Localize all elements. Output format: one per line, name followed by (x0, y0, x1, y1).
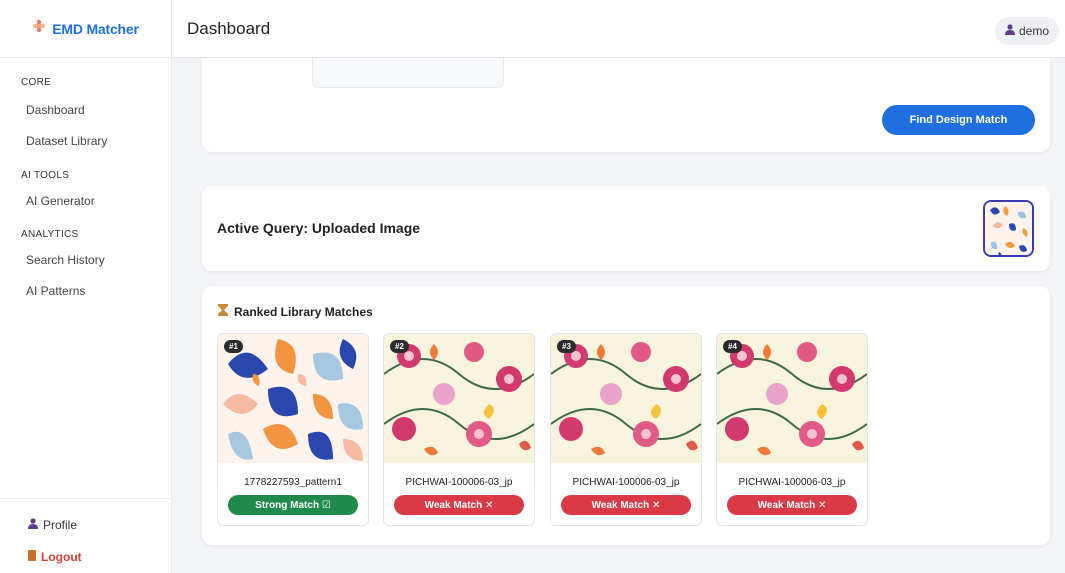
profile-link[interactable]: Profile (0, 509, 172, 541)
sidebar-item-search-history[interactable]: Search History (0, 244, 172, 275)
result-image: #1 (218, 334, 368, 463)
sidebar-item-dataset-library[interactable]: Dataset Library (0, 125, 172, 156)
result-image: #3 (551, 334, 701, 463)
find-design-match-button[interactable]: Find Design Match (882, 105, 1035, 135)
ranked-matches-title: Ranked Library Matches (234, 304, 373, 319)
result-name: 1778227593_pattern1 (244, 477, 342, 488)
active-query-card: Active Query: Uploaded Image (202, 186, 1050, 271)
upload-preview[interactable] (312, 58, 504, 88)
match-status-badge: Weak Match ✕ (727, 495, 857, 515)
result-card[interactable]: #1 1778227593_pattern1 Strong Match ☑ (217, 333, 369, 526)
sidebar: EMD Matcher CORE Dashboard Dataset Libra… (0, 0, 172, 573)
query-image-thumbnail[interactable] (983, 200, 1034, 257)
result-name: PICHWAI-100006-03_jp (572, 477, 680, 488)
match-status-badge: Strong Match ☑ (228, 495, 358, 515)
match-status-badge: Weak Match ✕ (561, 495, 691, 515)
username: demo (1018, 24, 1049, 38)
top-header: Dashboard demo (172, 0, 1065, 58)
page-title: Dashboard (187, 18, 271, 38)
user-icon (1004, 24, 1015, 38)
logout-link[interactable]: Logout (0, 541, 172, 573)
result-image: #4 (717, 334, 867, 463)
result-card[interactable]: #4 PICHWAI-100006-03_jp Weak Match ✕ (716, 333, 868, 526)
sidebar-bottom: Profile Logout (0, 498, 172, 573)
logout-label: Logout (41, 550, 82, 564)
ranked-matches-card: Ranked Library Matches #1 1778227593_pat… (202, 286, 1050, 545)
upload-card: Find Design Match (202, 58, 1050, 152)
result-card[interactable]: #2 PICHWAI-100006-03_jp Weak Match ✕ (383, 333, 535, 526)
sidebar-item-ai-generator[interactable]: AI Generator (0, 185, 172, 216)
rank-badge: #1 (224, 340, 243, 353)
active-query-title: Active Query: Uploaded Image (217, 220, 421, 236)
door-icon (28, 550, 36, 564)
user-icon (28, 518, 38, 532)
brand[interactable]: EMD Matcher (0, 0, 171, 58)
result-card[interactable]: #3 PICHWAI-100006-03_jp Weak Match ✕ (550, 333, 702, 526)
rank-badge: #4 (723, 340, 742, 353)
profile-label: Profile (43, 518, 78, 532)
nav-section-ai-tools: AI TOOLS (21, 170, 70, 181)
nav-section-analytics: ANALYTICS (21, 229, 79, 240)
hourglass-icon (218, 304, 228, 319)
brand-logo-icon (32, 19, 46, 38)
ranked-matches-heading: Ranked Library Matches (218, 304, 373, 319)
match-status-badge: Weak Match ✕ (394, 495, 524, 515)
sidebar-item-ai-patterns[interactable]: AI Patterns (0, 275, 172, 306)
nav-section-core: CORE (21, 77, 52, 88)
rank-badge: #3 (557, 340, 576, 353)
user-menu[interactable]: demo (994, 17, 1059, 45)
result-image: #2 (384, 334, 534, 463)
result-name: PICHWAI-100006-03_jp (738, 477, 846, 488)
sidebar-item-dashboard[interactable]: Dashboard (0, 94, 172, 125)
result-name: PICHWAI-100006-03_jp (405, 477, 513, 488)
rank-badge: #2 (390, 340, 409, 353)
brand-name: EMD Matcher (52, 20, 139, 37)
